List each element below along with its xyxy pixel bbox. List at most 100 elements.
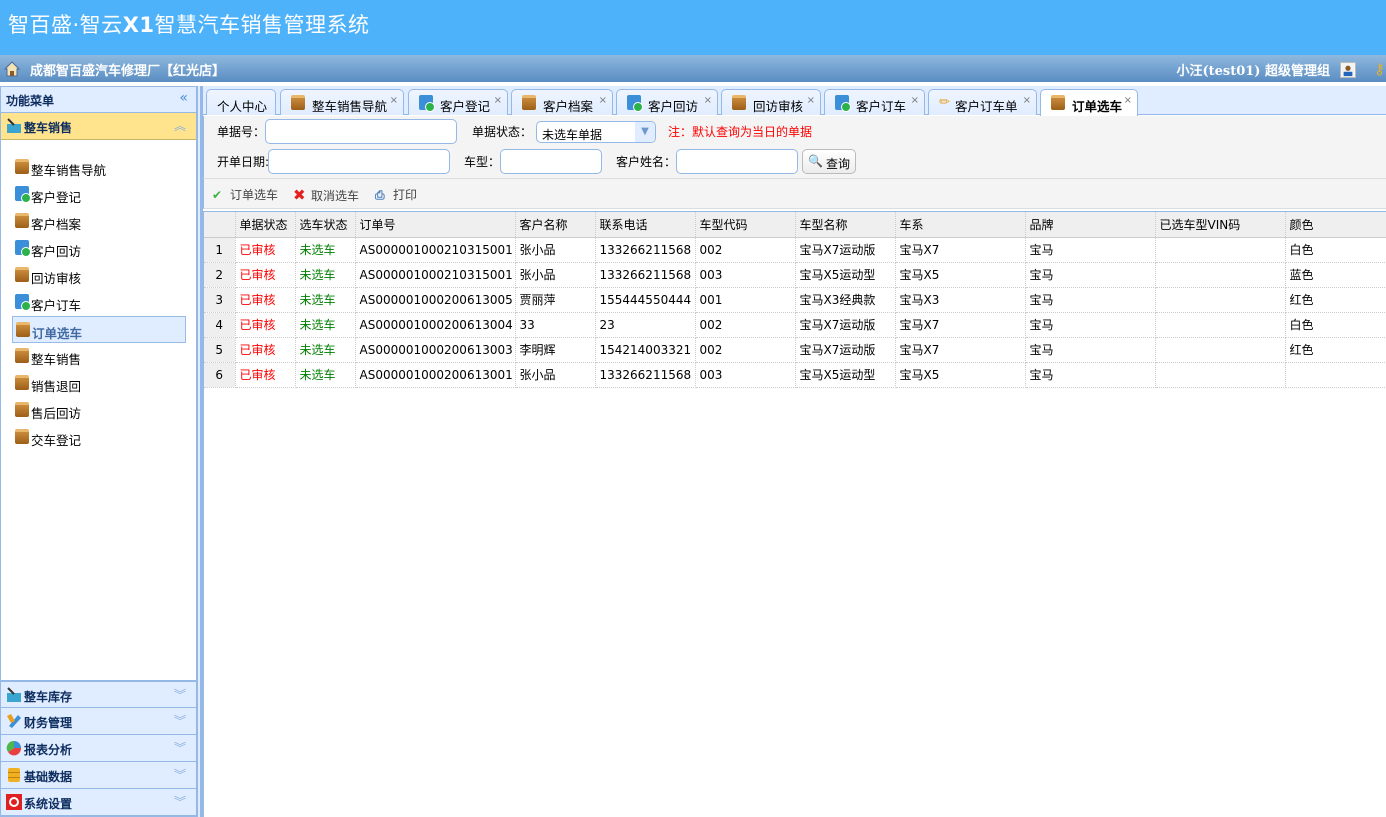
toolbar: ✔ 订单选车 ✖ 取消选车 ⎙ 打印 — [203, 179, 1386, 209]
row-number: 4 — [204, 312, 236, 338]
sidebar-item-10[interactable]: 售后回访 — [12, 397, 186, 424]
home-icon[interactable] — [4, 61, 20, 77]
cell-model: 宝马X7运动版 — [795, 312, 896, 338]
sidebar-item-1[interactable]: 整车销售导航 — [12, 154, 186, 181]
collapse-sidebar-icon[interactable]: « — [179, 90, 188, 106]
tab-2[interactable]: 整车销售导航 × — [280, 89, 404, 115]
section-4[interactable]: 基础数据 ︾ — [1, 762, 196, 789]
column-header[interactable]: 已选车型VIN码 — [1155, 212, 1286, 238]
sidebar-item-7[interactable]: 订单选车 — [12, 316, 186, 343]
settings-icon — [6, 794, 22, 810]
bag-icon — [1051, 95, 1065, 110]
cell-color: 白色 — [1285, 237, 1386, 263]
doc-no-input[interactable] — [265, 119, 457, 144]
expand-icon[interactable]: ︾ — [174, 793, 186, 810]
cell-status: 已审核 — [235, 312, 296, 338]
section-vehicle-sales[interactable]: 整车销售 ︽ — [1, 113, 196, 140]
cell-select: 未选车 — [295, 337, 356, 363]
row-number: 2 — [204, 262, 236, 288]
status-select[interactable]: 未选车单据 ▼ — [536, 121, 656, 143]
cell-phone: 154214003321 — [595, 337, 696, 363]
sidebar-item-2[interactable]: 客户登记 — [12, 181, 186, 208]
close-tab-icon[interactable]: × — [1124, 95, 1132, 106]
select-car-button[interactable]: ✔ 订单选车 — [212, 186, 278, 203]
tab-7[interactable]: 客户订车 × — [824, 89, 925, 115]
status-label: 单据状态： — [472, 125, 533, 139]
date-input[interactable] — [268, 149, 450, 174]
section-3[interactable]: 报表分析 ︾ — [1, 735, 196, 762]
close-tab-icon[interactable]: × — [704, 95, 712, 106]
section-1[interactable]: 整车库存 ︾ — [1, 681, 196, 708]
bag-icon — [15, 402, 29, 417]
close-tab-icon[interactable]: × — [807, 95, 815, 106]
column-header[interactable]: 车型名称 — [795, 212, 896, 238]
column-header[interactable]: 车型代码 — [695, 212, 796, 238]
search-icon: 🔍 — [808, 154, 823, 168]
cancel-select-button[interactable]: ✖ 取消选车 — [293, 186, 359, 204]
sales-menu: 整车销售导航 客户登记 客户档案 客户回访 回访审核 客户订车 订单选车 整车销售 销售退回 售后… — [1, 140, 196, 681]
cell-vin — [1155, 312, 1286, 338]
sidebar-item-8[interactable]: 整车销售 — [12, 343, 186, 370]
expand-icon[interactable]: ︾ — [174, 686, 186, 703]
model-input[interactable] — [500, 149, 602, 174]
user-avatar-icon[interactable] — [1340, 62, 1356, 78]
cell-code: 003 — [695, 362, 796, 388]
print-button[interactable]: ⎙ 打印 — [375, 186, 417, 203]
column-header[interactable]: 车系 — [895, 212, 1026, 238]
sidebar-item-3[interactable]: 客户档案 — [12, 208, 186, 235]
row-number: 6 — [204, 362, 236, 388]
column-header[interactable]: 订单号 — [355, 212, 516, 238]
check-icon: ✔ — [212, 188, 223, 202]
cell-brand: 宝马 — [1025, 287, 1156, 313]
pencil-icon: ✏ — [939, 95, 950, 110]
tab-9[interactable]: 订单选车 × — [1040, 89, 1138, 116]
tab-3[interactable]: 客户登记 × — [408, 89, 508, 115]
table-row[interactable]: 3 已审核 未选车 AS000001000200613005 贾丽萍 1554445504… — [204, 287, 1386, 313]
sidebar-item-4[interactable]: 客户回访 — [12, 235, 186, 262]
tab-8[interactable]: ✏ 客户订车单 × — [928, 89, 1037, 115]
column-header[interactable]: 单据状态 — [235, 212, 296, 238]
table-row[interactable]: 4 已审核 未选车 AS000001000200613004 33 23 002 宝马X7运动… — [204, 312, 1386, 338]
shopping-bag-add-icon — [15, 186, 31, 203]
sidebar-item-6[interactable]: 客户订车 — [12, 289, 186, 316]
table-row[interactable]: 5 已审核 未选车 AS000001000200613003 李明辉 1542140033… — [204, 337, 1386, 363]
section-5[interactable]: 系统设置 ︾ — [1, 789, 196, 816]
table-row[interactable]: 2 已审核 未选车 AS000001000210315001 张小品 1332662115… — [204, 262, 1386, 288]
tab-1[interactable]: 个人中心 — [206, 89, 276, 115]
sidebar-item-5[interactable]: 回访审核 — [12, 262, 186, 289]
table-row[interactable]: 1 已审核 未选车 AS000001000210315001 张小品 1332662115… — [204, 237, 1386, 263]
close-tab-icon[interactable]: × — [494, 95, 502, 106]
close-tab-icon[interactable]: × — [911, 95, 919, 106]
column-header[interactable]: 联系电话 — [595, 212, 696, 238]
expand-icon[interactable]: ︾ — [174, 766, 186, 783]
cell-vin — [1155, 237, 1286, 263]
table-row[interactable]: 6 已审核 未选车 AS000001000200613001 张小品 1332662115… — [204, 362, 1386, 388]
chevron-down-icon[interactable]: ▼ — [635, 122, 655, 142]
tab-4[interactable]: 客户档案 × — [511, 89, 613, 115]
tab-5[interactable]: 客户回访 × — [616, 89, 718, 115]
customer-input[interactable] — [676, 149, 798, 174]
expand-icon[interactable]: ︾ — [174, 739, 186, 756]
bag-icon — [15, 375, 29, 390]
column-header[interactable]: 客户名称 — [515, 212, 596, 238]
close-tab-icon[interactable]: × — [390, 95, 398, 106]
cell-series: 宝马X3 — [895, 287, 1026, 313]
bag-icon — [291, 95, 305, 110]
close-tab-icon[interactable]: × — [1023, 95, 1031, 106]
logout-key-icon[interactable]: ⚷ — [1374, 60, 1386, 78]
tab-6[interactable]: 回访审核 × — [721, 89, 821, 115]
section-2[interactable]: 财务管理 ︾ — [1, 708, 196, 735]
cell-model: 宝马X3经典款 — [795, 287, 896, 313]
cell-select: 未选车 — [295, 262, 356, 288]
search-button[interactable]: 🔍 查询 — [802, 149, 856, 174]
column-header[interactable]: 选车状态 — [295, 212, 356, 238]
cell-brand: 宝马 — [1025, 362, 1156, 388]
close-tab-icon[interactable]: × — [599, 95, 607, 106]
sidebar-item-9[interactable]: 销售退回 — [12, 370, 186, 397]
cell-color: 红色 — [1285, 337, 1386, 363]
column-header[interactable]: 颜色 — [1285, 212, 1386, 238]
expand-icon[interactable]: ︾ — [174, 712, 186, 729]
column-header[interactable]: 品牌 — [1025, 212, 1156, 238]
collapse-section-icon[interactable]: ︽ — [174, 117, 186, 134]
sidebar-item-11[interactable]: 交车登记 — [12, 424, 186, 451]
